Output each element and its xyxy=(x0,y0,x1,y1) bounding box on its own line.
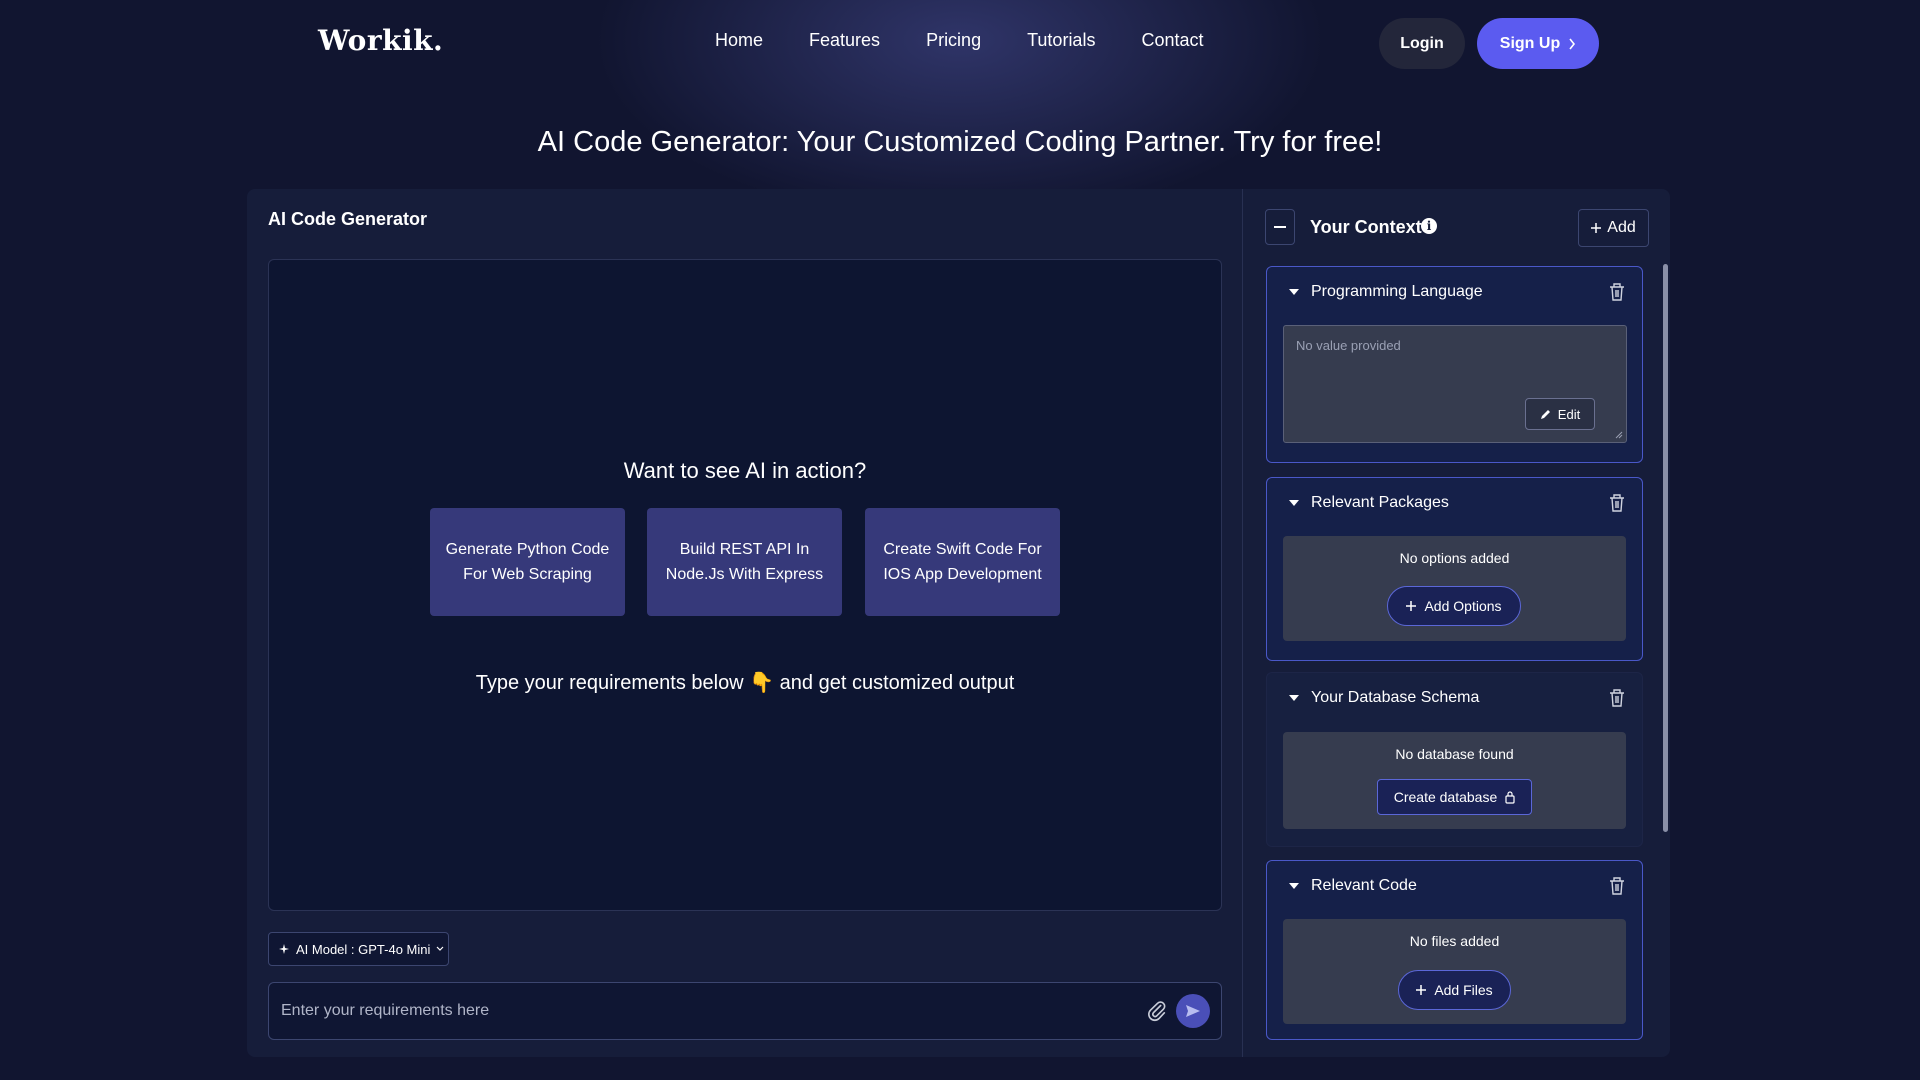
sample-prompt-label: Generate Python Code For Web Scraping xyxy=(445,541,610,583)
type-hint-after: and get customized output xyxy=(779,672,1015,694)
code-empty-text: No files added xyxy=(1409,933,1500,949)
resize-handle-icon[interactable] xyxy=(1615,431,1623,439)
database-empty-state: No database found Create database xyxy=(1283,732,1626,829)
plus-icon xyxy=(1591,223,1602,233)
context-scrollbar[interactable] xyxy=(1663,264,1668,832)
login-button[interactable]: Login xyxy=(1379,18,1465,69)
attach-icon[interactable] xyxy=(1146,1000,1168,1022)
section-programming-language: Programming Language No value provided E… xyxy=(1266,266,1643,463)
section-relevant-code: Relevant Code No files added Add Files xyxy=(1266,860,1643,1040)
packages-empty-text: No options added xyxy=(1399,550,1510,566)
sparkle-icon xyxy=(279,944,289,954)
code-empty-state: No files added Add Files xyxy=(1283,919,1626,1024)
collapse-context-button[interactable] xyxy=(1265,209,1295,245)
nav-link-pricing[interactable]: Pricing xyxy=(926,30,981,51)
type-hint: Type your requirements below 👇 and get c… xyxy=(268,670,1222,695)
chevron-right-icon xyxy=(1569,38,1576,49)
nav-link-home[interactable]: Home xyxy=(715,30,763,51)
signup-button[interactable]: Sign Up xyxy=(1477,18,1599,69)
add-context-button[interactable]: Add xyxy=(1578,209,1649,247)
caret-down-icon xyxy=(1289,695,1299,701)
lock-icon xyxy=(1505,790,1515,804)
edit-label: Edit xyxy=(1557,406,1581,422)
demo-heading: Want to see AI in action? xyxy=(623,458,867,483)
nav-links: Home Features Pricing Tutorials Contact xyxy=(715,30,1204,51)
login-label: Login xyxy=(1400,34,1444,52)
nav-link-features[interactable]: Features xyxy=(809,30,880,51)
add-context-label: Add xyxy=(1607,219,1636,236)
pencil-icon xyxy=(1540,410,1550,419)
trash-icon[interactable] xyxy=(1608,876,1626,896)
language-placeholder: No value provided xyxy=(1296,338,1401,353)
sample-prompt-swift[interactable]: Create Swift Code For IOS App Developmen… xyxy=(865,508,1060,616)
plus-icon xyxy=(1406,601,1417,611)
section-title: Your Database Schema xyxy=(1311,689,1480,706)
sample-prompt-label: Build REST API In Node.Js With Express xyxy=(665,541,824,583)
requirements-box xyxy=(268,982,1222,1040)
section-title: Programming Language xyxy=(1311,283,1483,300)
chevron-down-icon xyxy=(436,946,444,951)
caret-down-icon xyxy=(1289,883,1299,889)
create-database-label: Create database xyxy=(1393,789,1498,805)
sample-prompt-node[interactable]: Build REST API In Node.Js With Express xyxy=(647,508,842,616)
context-title: Your Context xyxy=(1310,217,1422,237)
trash-icon[interactable] xyxy=(1608,282,1626,302)
add-options-label: Add Options xyxy=(1424,598,1502,614)
language-value-field[interactable]: No value provided Edit xyxy=(1283,325,1627,443)
section-relevant-packages: Relevant Packages No options added Add O… xyxy=(1266,477,1643,661)
top-nav: Workik. Home Features Pricing Tutorials … xyxy=(0,0,1920,88)
section-header[interactable]: Your Database Schema xyxy=(1289,689,1479,707)
trash-icon[interactable] xyxy=(1608,493,1626,513)
add-files-label: Add Files xyxy=(1434,982,1493,998)
section-title: Relevant Code xyxy=(1311,877,1417,894)
panel-divider xyxy=(1242,189,1243,1057)
section-header[interactable]: Relevant Packages xyxy=(1289,494,1449,512)
generator-title: AI Code Generator xyxy=(268,209,428,229)
trash-icon[interactable] xyxy=(1608,688,1626,708)
signup-label: Sign Up xyxy=(1499,34,1561,52)
section-header[interactable]: Programming Language xyxy=(1289,283,1483,301)
edit-button[interactable]: Edit xyxy=(1525,398,1595,430)
caret-down-icon xyxy=(1289,289,1299,295)
nav-link-contact[interactable]: Contact xyxy=(1141,30,1203,51)
send-icon xyxy=(1186,1005,1200,1017)
add-files-button[interactable]: Add Files xyxy=(1398,970,1511,1010)
page-title: AI Code Generator: Your Customized Codin… xyxy=(537,126,1383,158)
nav-link-tutorials[interactable]: Tutorials xyxy=(1027,30,1095,51)
plus-icon xyxy=(1416,985,1427,995)
sample-prompt-label: Create Swift Code For IOS App Developmen… xyxy=(883,541,1042,583)
minus-icon xyxy=(1274,226,1286,228)
logo[interactable]: Workik. xyxy=(318,24,443,57)
section-title: Relevant Packages xyxy=(1311,494,1449,511)
caret-down-icon xyxy=(1289,500,1299,506)
database-empty-text: No database found xyxy=(1395,746,1514,762)
ai-model-selector[interactable]: AI Model : GPT-4o Mini xyxy=(268,932,449,966)
send-button[interactable] xyxy=(1176,994,1210,1028)
pointing-down-icon: 👇 xyxy=(749,672,775,694)
ai-model-label: AI Model : GPT-4o Mini xyxy=(296,941,431,957)
info-icon[interactable]: i xyxy=(1421,218,1437,234)
requirements-input[interactable] xyxy=(281,983,1121,1039)
add-options-button[interactable]: Add Options xyxy=(1387,586,1521,626)
section-header[interactable]: Relevant Code xyxy=(1289,877,1417,895)
packages-empty-state: No options added Add Options xyxy=(1283,536,1626,641)
type-hint-before: Type your requirements below xyxy=(475,672,744,694)
create-database-button[interactable]: Create database xyxy=(1377,779,1532,815)
section-database-schema: Your Database Schema No database found C… xyxy=(1266,672,1643,847)
sample-prompt-python[interactable]: Generate Python Code For Web Scraping xyxy=(430,508,625,616)
